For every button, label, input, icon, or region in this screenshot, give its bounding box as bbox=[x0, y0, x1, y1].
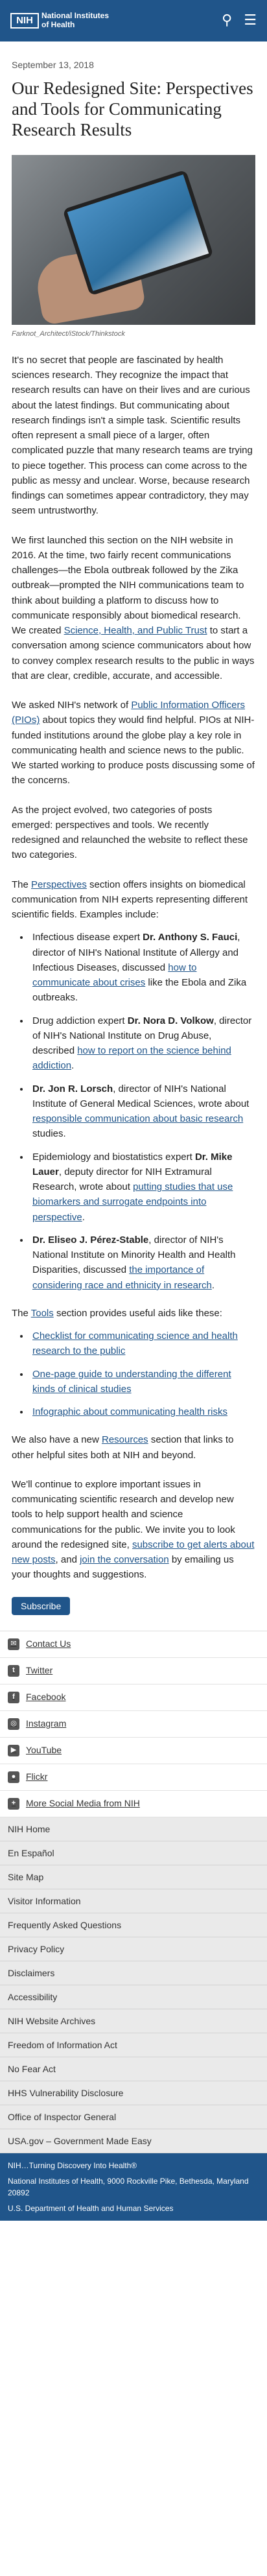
social-item-instagram[interactable]: ◎ Instagram bbox=[0, 1711, 267, 1738]
footer-link-nih-home[interactable]: NIH Home bbox=[0, 1817, 267, 1841]
social-item-twitter[interactable]: t Twitter bbox=[0, 1658, 267, 1684]
facebook-icon: f bbox=[8, 1691, 19, 1703]
list-item: Checklist for communicating science and … bbox=[30, 1329, 255, 1359]
nih-logo[interactable]: NIH National Institutes of Health bbox=[10, 11, 110, 30]
list-item: Epidemiology and biostatistics expert Dr… bbox=[30, 1150, 255, 1225]
footer-link-foia[interactable]: Freedom of Information Act bbox=[0, 2033, 267, 2057]
footer-link-faq[interactable]: Frequently Asked Questions bbox=[0, 1913, 267, 1937]
footer-link-espanol[interactable]: En Español bbox=[0, 1841, 267, 1865]
share-icon: + bbox=[8, 1797, 19, 1810]
list-item: Drug addiction expert Dr. Nora D. Volkow… bbox=[30, 1013, 255, 1074]
logo-line-1: National Institutes bbox=[41, 11, 110, 21]
youtube-icon: ▶ bbox=[8, 1744, 19, 1756]
footer-link-site-map[interactable]: Site Map bbox=[0, 1865, 267, 1889]
paragraph-4: As the project evolved, two categories o… bbox=[12, 804, 248, 861]
hero-image bbox=[12, 154, 255, 325]
footer-link-no-fear-act[interactable]: No Fear Act bbox=[0, 2057, 267, 2081]
paragraph-3: We asked NIH's network of Public Informa… bbox=[12, 700, 255, 786]
article-date: September 13, 2018 bbox=[12, 60, 94, 70]
list-item: Infectious disease expert Dr. Anthony S.… bbox=[30, 930, 255, 1005]
list-item: Infographic about communicating health r… bbox=[30, 1404, 255, 1419]
footer-tagline: NIH…Turning Discovery Into Health® bbox=[8, 2160, 137, 2170]
logo-line-2: of Health bbox=[41, 20, 75, 29]
footer-links: NIH Home En Español Site Map Visitor Inf… bbox=[0, 1817, 267, 2153]
article: September 13, 2018 Our Redesigned Site: … bbox=[0, 58, 267, 1628]
resources-link[interactable]: Resources bbox=[102, 1434, 148, 1445]
email-icon: ✉ bbox=[8, 1638, 19, 1650]
perspectives-link[interactable]: Perspectives bbox=[31, 879, 87, 890]
twitter-icon: t bbox=[8, 1664, 19, 1677]
site-header: NIH National Institutes of Health ⚲ ☰ bbox=[0, 0, 267, 41]
social-item-youtube[interactable]: ▶ YouTube bbox=[0, 1738, 267, 1764]
paragraph-6: The Tools section provides useful aids l… bbox=[12, 1307, 222, 1319]
flickr-icon: ● bbox=[8, 1771, 19, 1783]
footer-link-archives[interactable]: NIH Website Archives bbox=[0, 2009, 267, 2033]
hamburger-menu-icon[interactable]: ☰ bbox=[244, 13, 257, 27]
site-footer: NIH…Turning Discovery Into Health® Natio… bbox=[0, 2153, 267, 2221]
list-item: One-page guide to understanding the diff… bbox=[30, 1367, 255, 1397]
social-item-more[interactable]: + More Social Media from NIH bbox=[0, 1791, 267, 1817]
tools-link[interactable]: Tools bbox=[31, 1308, 54, 1319]
footer-link-privacy[interactable]: Privacy Policy bbox=[0, 1937, 267, 1961]
paragraph-5: The Perspectives section offers insights… bbox=[12, 879, 248, 921]
footer-link-visitor-info[interactable]: Visitor Information bbox=[0, 1889, 267, 1913]
footer-link-accessibility[interactable]: Accessibility bbox=[0, 1985, 267, 2009]
checklist-link[interactable]: Checklist for communicating science and … bbox=[32, 1330, 238, 1356]
perspectives-list: Infectious disease expert Dr. Anthony S.… bbox=[30, 930, 255, 1293]
nih-logo-mark: NIH bbox=[10, 13, 39, 29]
paragraph-2: We first launched this section on the NI… bbox=[12, 534, 255, 681]
social-links: ✉ Contact Us t Twitter f Facebook ◎ Instagra… bbox=[0, 1630, 267, 1817]
subscribe-button[interactable]: Subscribe bbox=[12, 1596, 71, 1615]
social-item-facebook[interactable]: f Facebook bbox=[0, 1684, 267, 1711]
lorsch-post-link[interactable]: responsible communication about basic re… bbox=[32, 1113, 243, 1124]
paragraph-1: It's no secret that people are fascinate… bbox=[12, 354, 253, 517]
article-title: Our Redesigned Site: Perspectives and To… bbox=[12, 78, 253, 140]
footer-link-usa-gov[interactable]: USA.gov – Government Made Easy bbox=[0, 2129, 267, 2153]
footer-link-oig[interactable]: Office of Inspector General bbox=[0, 2105, 267, 2129]
paragraph-7: We also have a new Resources section tha… bbox=[12, 1434, 234, 1461]
instagram-icon: ◎ bbox=[8, 1718, 19, 1730]
image-caption: Farknot_Architect/iStock/Thinkstock bbox=[12, 329, 125, 338]
list-item: Dr. Eliseo J. Pérez-Stable, director of … bbox=[30, 1233, 255, 1293]
search-icon[interactable]: ⚲ bbox=[222, 13, 232, 27]
social-item-flickr[interactable]: ● Flickr bbox=[0, 1764, 267, 1791]
paragraph-8: We'll continue to explore important issu… bbox=[12, 1478, 255, 1581]
footer-link-vulnerability[interactable]: HHS Vulnerability Disclosure bbox=[0, 2081, 267, 2105]
footer-hhs[interactable]: U.S. Department of Health and Human Serv… bbox=[8, 2203, 259, 2214]
join-conversation-link[interactable]: join the conversation bbox=[80, 1554, 169, 1565]
social-item-contact-us[interactable]: ✉ Contact Us bbox=[0, 1631, 267, 1658]
footer-link-disclaimers[interactable]: Disclaimers bbox=[0, 1961, 267, 1985]
clinical-studies-guide-link[interactable]: One-page guide to understanding the diff… bbox=[32, 1369, 231, 1395]
tools-list: Checklist for communicating science and … bbox=[30, 1329, 255, 1419]
list-item: Dr. Jon R. Lorsch, director of NIH's Nat… bbox=[30, 1081, 255, 1142]
science-health-public-trust-link[interactable]: Science, Health, and Public Trust bbox=[64, 625, 207, 636]
footer-address: National Institutes of Health, 9000 Rock… bbox=[8, 2176, 249, 2197]
health-risks-infographic-link[interactable]: Infographic about communicating health r… bbox=[32, 1406, 227, 1417]
